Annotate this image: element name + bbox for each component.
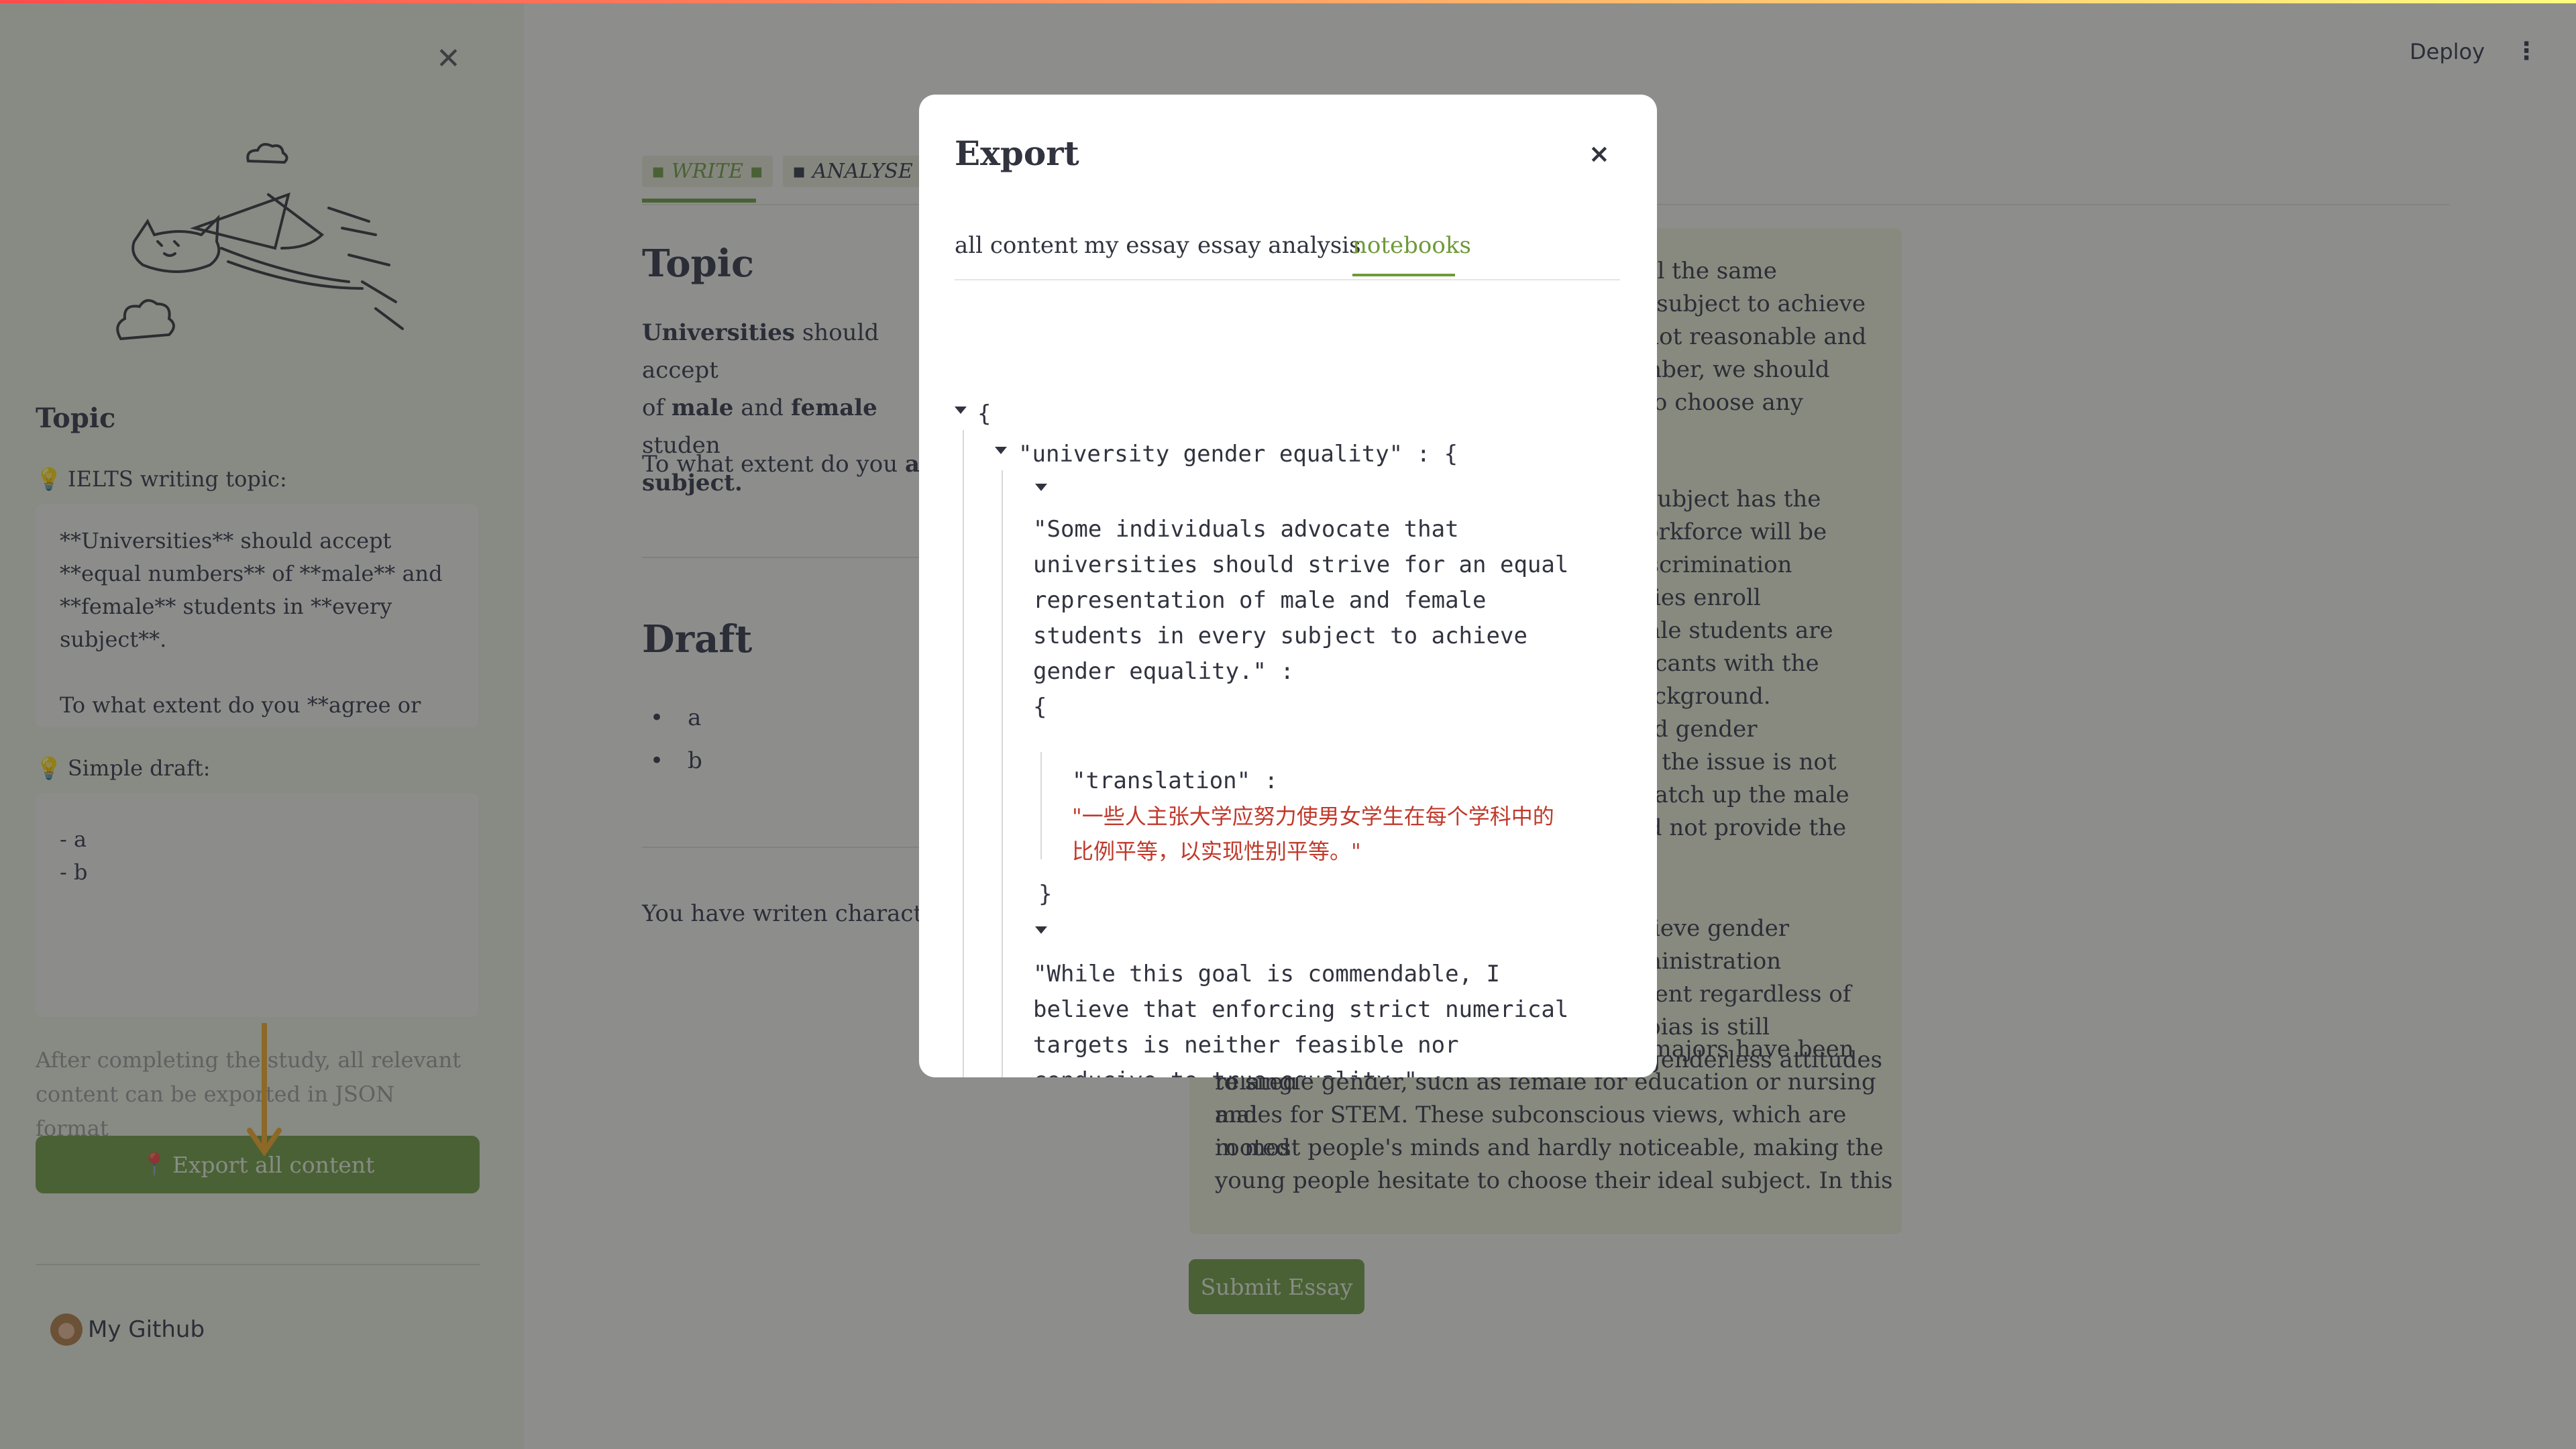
json-colon: : bbox=[1416, 441, 1431, 468]
close-icon[interactable]: × bbox=[1589, 139, 1610, 168]
json-colon: : bbox=[1432, 1067, 1445, 1077]
collapse-toggle-icon[interactable] bbox=[1035, 484, 1047, 491]
json-key-entry2: "While this goal is commendable, I bbox=[1033, 961, 1500, 987]
dialog-title: Export bbox=[955, 133, 1079, 173]
json-brace: } bbox=[1038, 881, 1053, 908]
indent-guide bbox=[963, 430, 964, 1077]
json-brace: { bbox=[977, 400, 991, 427]
collapse-toggle-icon[interactable] bbox=[955, 407, 967, 414]
json-key-entry1: students in every subject to achieve bbox=[1033, 623, 1527, 649]
collapse-toggle-icon[interactable] bbox=[1035, 926, 1047, 934]
json-key: "university gender equality" bbox=[1018, 441, 1403, 468]
json-key-topic: "university gender equality" : { bbox=[1018, 437, 1458, 472]
tab-all-content[interactable]: all content bbox=[955, 232, 1078, 259]
tab-my-essay[interactable]: my essay bbox=[1084, 232, 1189, 259]
json-brace: { bbox=[1444, 441, 1458, 468]
json-key: gender equality." bbox=[1033, 658, 1267, 685]
json-translation-value: 比例平等，以实现性别平等。" bbox=[1072, 839, 1361, 864]
json-colon: : bbox=[1264, 767, 1279, 794]
json-translation-value: "一些人主张大学应努力使男女学生在每个学科中的 bbox=[1072, 804, 1554, 829]
json-key: "translation" bbox=[1072, 767, 1251, 794]
json-colon: : bbox=[1280, 658, 1294, 685]
json-key-entry1: universities should strive for an equal bbox=[1033, 551, 1569, 578]
json-key-entry2: believe that enforcing strict numerical bbox=[1033, 996, 1569, 1023]
active-tab-indicator bbox=[1352, 274, 1455, 276]
export-tabs: all content my essay essay analysis note… bbox=[955, 232, 1620, 280]
indent-guide bbox=[1002, 470, 1003, 1077]
export-dialog: Export × all content my essay essay anal… bbox=[919, 95, 1657, 1077]
json-key-entry1: representation of male and female bbox=[1033, 587, 1487, 614]
json-key-entry2: conducive to true equality." : bbox=[1033, 1063, 1445, 1077]
json-key-entry1: gender equality." : bbox=[1033, 654, 1294, 690]
json-key-translation: "translation" : bbox=[1072, 763, 1278, 799]
json-key-entry2: targets is neither feasible nor bbox=[1033, 1032, 1459, 1059]
json-brace: { bbox=[1033, 694, 1047, 720]
json-viewer: { "university gender equality" : { "Some… bbox=[955, 296, 1625, 1077]
json-key: conducive to true equality." bbox=[1033, 1067, 1417, 1077]
json-key-entry1: "Some individuals advocate that bbox=[1033, 516, 1459, 543]
top-decoration-bar bbox=[0, 0, 2576, 3]
tab-notebooks[interactable]: notebooks bbox=[1352, 232, 1471, 259]
collapse-toggle-icon[interactable] bbox=[995, 447, 1007, 454]
tab-essay-analysis[interactable]: essay analysis bbox=[1197, 232, 1361, 259]
indent-guide bbox=[1040, 752, 1042, 859]
